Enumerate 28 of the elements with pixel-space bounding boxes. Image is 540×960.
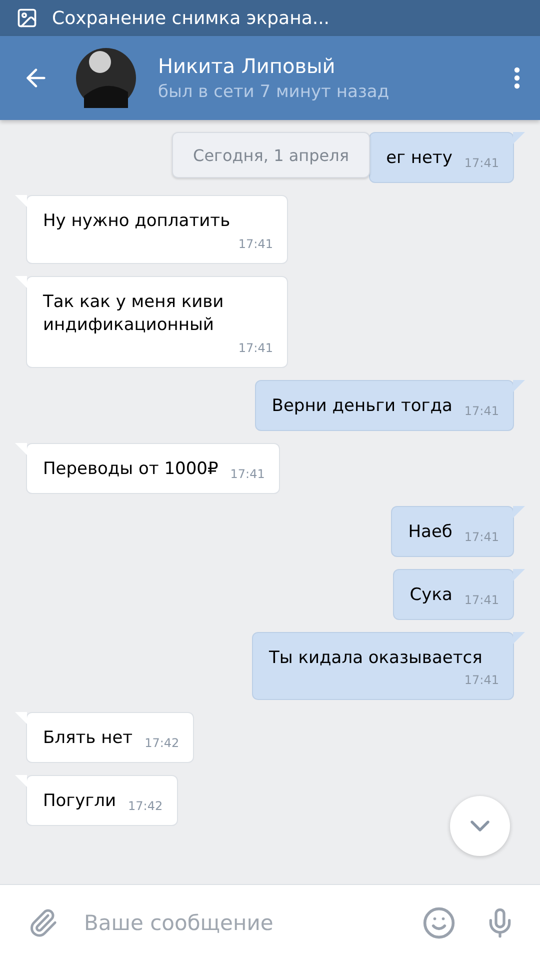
more-icon [514,67,520,89]
notification-text: Сохранение снимка экрана... [52,8,330,28]
message-text: Ну нужно доплатить [43,210,230,233]
date-label: Сегодня, 1 апреля [172,132,370,178]
avatar [76,48,136,108]
message-time: 17:41 [464,404,499,418]
message-time: 17:41 [238,340,273,355]
message-time: 17:41 [464,673,499,688]
message-time: 17:41 [464,530,499,544]
message-time: 17:41 [464,592,499,606]
message-text: Погугли [43,790,116,814]
message-time: 17:42 [144,736,180,750]
contact-name: Никита Липовый [158,54,336,78]
message-text: ег нету [386,147,452,170]
message-text: Сука [410,584,452,606]
message-text: Так как у меня киви индификационный [43,290,225,337]
message-text: Блять нет [43,727,133,750]
scroll-down-button[interactable] [450,796,510,856]
message-text: Переводы от 1000₽ [43,458,218,481]
message-time: 17:41 [464,156,499,170]
message-time: 17:42 [128,799,163,814]
image-icon [16,7,38,29]
message-time: 17:41 [230,466,265,481]
message-text: Наеб [408,520,452,544]
message-text: Ты кидала оказывается [269,646,482,670]
message-text: Верни деньги тогда [272,394,452,418]
message-time: 17:41 [238,236,273,251]
last-seen-text: был в сети 7 минут назад [158,82,390,102]
